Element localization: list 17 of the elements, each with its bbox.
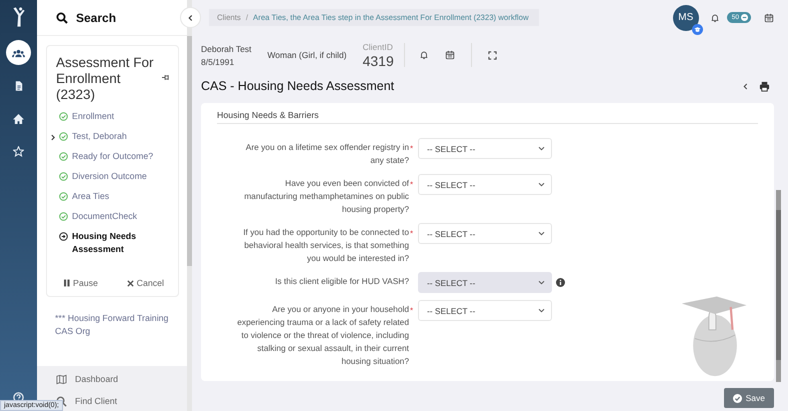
section-heading: Housing Needs & Barriers	[217, 110, 758, 124]
required-mark: *	[410, 229, 414, 238]
required-mark: *	[410, 144, 414, 153]
question-label: Have you even been convicted of manufacturing methamphetamines on public housing property?	[243, 177, 409, 216]
client-gender: Woman (Girl, if child)	[267, 50, 347, 60]
client-id-label: ClientID	[362, 42, 394, 52]
client-name: Deborah Test	[201, 44, 252, 54]
question-label: If you had the opportunity to be connected to behavioral health services, is that something you would be interested in?	[242, 226, 409, 265]
client-birthdate: 8/5/1991	[201, 56, 236, 66]
required-mark: *	[410, 180, 414, 189]
question-label: Are you on a lifetime sex offender registry in any state?	[244, 141, 409, 167]
question-label: Are you or anyone in your household experiencing trauma or a lack of safety related to violence or the threat of violence, including stalking or sexual assault, in their current housing situation?	[236, 303, 409, 368]
workflow-title: Assessment For Enrollment (2323)	[56, 55, 155, 103]
required-mark: *	[410, 306, 414, 315]
question-label: Is this client eligible for HUD VASH?	[274, 275, 409, 288]
client-id: 4319	[362, 55, 394, 68]
page-title: CAS - Housing Needs Assessment	[201, 79, 394, 93]
